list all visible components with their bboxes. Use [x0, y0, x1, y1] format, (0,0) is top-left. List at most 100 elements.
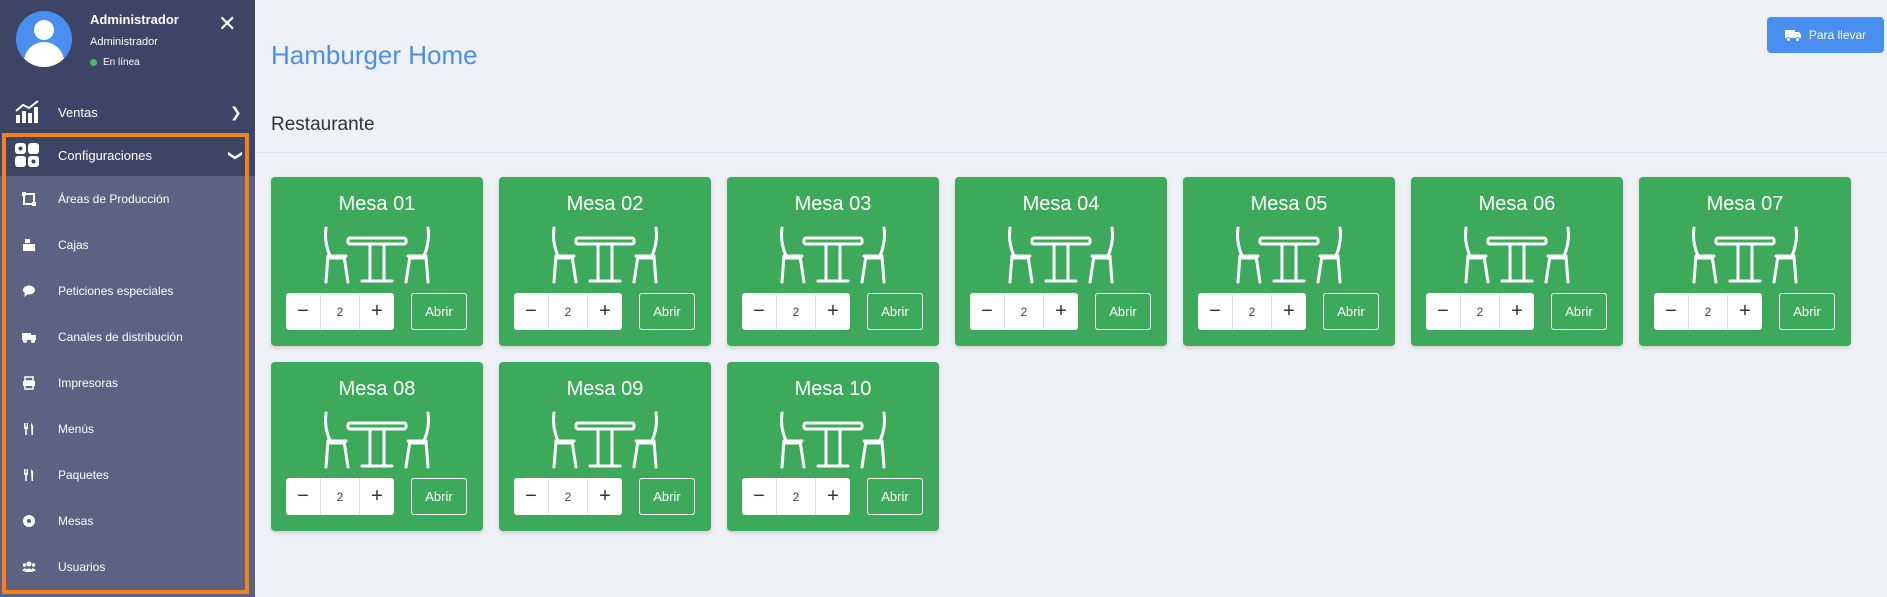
increment-button[interactable]: + — [1728, 293, 1762, 330]
sidebar-item-label: Impresoras — [58, 376, 119, 390]
open-table-button[interactable]: Abrir — [639, 293, 695, 330]
section-title: Restaurante — [271, 114, 375, 135]
guest-stepper[interactable]: − 2 + — [1198, 293, 1306, 330]
increment-button[interactable]: + — [360, 293, 394, 330]
guest-count[interactable]: 2 — [776, 478, 816, 515]
guest-stepper[interactable]: − 2 + — [514, 293, 622, 330]
table-chairs-icon — [1464, 226, 1570, 284]
sidebar-item-usuarios[interactable]: Usuarios — [0, 544, 255, 590]
guest-stepper[interactable]: − 2 + — [742, 293, 850, 330]
decrement-button[interactable]: − — [742, 293, 776, 330]
open-table-button[interactable]: Abrir — [867, 293, 923, 330]
decrement-button[interactable]: − — [286, 293, 320, 330]
table-chairs-icon — [1236, 226, 1342, 284]
decrement-button[interactable]: − — [742, 478, 776, 515]
decrement-button[interactable]: − — [970, 293, 1004, 330]
sidebar-item-label: Paquetes — [58, 468, 109, 482]
table-chairs-icon — [324, 411, 430, 469]
chevron-right-icon: ❯ — [230, 103, 242, 120]
guest-count[interactable]: 2 — [1232, 293, 1272, 330]
sidebar-item-ventas-label: Ventas — [58, 104, 98, 120]
comment-icon — [23, 285, 35, 297]
guest-stepper[interactable]: − 2 + — [742, 478, 850, 515]
sidebar-item-label: Mesas — [58, 514, 94, 528]
open-table-button[interactable]: Abrir — [1779, 293, 1835, 330]
guest-stepper[interactable]: − 2 + — [1426, 293, 1534, 330]
guest-count[interactable]: 2 — [1004, 293, 1044, 330]
guest-count[interactable]: 2 — [320, 293, 360, 330]
table-card: Mesa 07 − 2 + Abrir — [1639, 177, 1851, 346]
sidebar-item-impresoras[interactable]: Impresoras — [0, 360, 255, 406]
guest-stepper[interactable]: − 2 + — [970, 293, 1078, 330]
increment-button[interactable]: + — [1272, 293, 1306, 330]
user-status: En línea — [90, 57, 140, 68]
sidebar-item-label: Cajas — [58, 238, 89, 252]
table-name: Mesa 08 — [338, 378, 416, 400]
increment-button[interactable]: + — [360, 478, 394, 515]
guest-stepper[interactable]: − 2 + — [286, 478, 394, 515]
sidebar-item-peticiones[interactable]: Peticiones especiales — [0, 268, 255, 314]
increment-button[interactable]: + — [1044, 293, 1078, 330]
sidebar-item-areas-produccion[interactable]: Áreas de Producción — [0, 176, 255, 222]
table-name: Mesa 07 — [1706, 193, 1784, 215]
guest-count[interactable]: 2 — [1688, 293, 1728, 330]
takeaway-button[interactable]: Para llevar — [1767, 17, 1884, 53]
table-chairs-icon — [552, 226, 658, 284]
increment-button[interactable]: + — [816, 293, 850, 330]
user-name: Administrador — [90, 12, 179, 27]
guest-count[interactable]: 2 — [320, 478, 360, 515]
increment-button[interactable]: + — [816, 478, 850, 515]
sidebar-item-label: Usuarios — [58, 560, 106, 574]
online-status-icon — [90, 59, 97, 66]
avatar — [16, 11, 72, 67]
open-table-button[interactable]: Abrir — [411, 293, 467, 330]
sidebar-item-configuraciones[interactable]: Configuraciones ❯ — [0, 134, 255, 176]
decrement-button[interactable]: − — [1198, 293, 1232, 330]
guest-stepper[interactable]: − 2 + — [1654, 293, 1762, 330]
sidebar-item-ventas[interactable]: Ventas ❯ — [0, 90, 255, 134]
guest-count[interactable]: 2 — [548, 478, 588, 515]
sidebar-item-cajas[interactable]: Cajas — [0, 222, 255, 268]
table-card: Mesa 03 − 2 + Abrir — [727, 177, 939, 346]
decrement-button[interactable]: − — [514, 293, 548, 330]
page-title: Hamburger Home — [271, 40, 478, 70]
table-name: Mesa 05 — [1250, 193, 1328, 215]
open-table-button[interactable]: Abrir — [411, 478, 467, 515]
open-table-button[interactable]: Abrir — [1095, 293, 1151, 330]
utensils-icon — [24, 423, 34, 435]
sidebar-item-mesas[interactable]: Mesas — [0, 498, 255, 544]
guest-stepper[interactable]: − 2 + — [514, 478, 622, 515]
increment-button[interactable]: + — [588, 478, 622, 515]
table-card: Mesa 10 − 2 + Abrir — [727, 362, 939, 531]
decrement-button[interactable]: − — [1654, 293, 1688, 330]
table-chairs-icon — [552, 411, 658, 469]
table-card: Mesa 05 − 2 + Abrir — [1183, 177, 1395, 346]
table-name: Mesa 01 — [338, 193, 416, 215]
guest-stepper[interactable]: − 2 + — [286, 293, 394, 330]
decrement-button[interactable]: − — [1426, 293, 1460, 330]
open-table-button[interactable]: Abrir — [1551, 293, 1607, 330]
table-name: Mesa 02 — [566, 193, 644, 215]
sidebar-item-menus[interactable]: Menús — [0, 406, 255, 452]
increment-button[interactable]: + — [1500, 293, 1534, 330]
table-chairs-icon — [780, 411, 886, 469]
circle-icon — [23, 515, 35, 527]
increment-button[interactable]: + — [588, 293, 622, 330]
table-chairs-icon — [1692, 226, 1798, 284]
user-status-label: En línea — [103, 57, 140, 68]
guest-count[interactable]: 2 — [1460, 293, 1500, 330]
sidebar: Administrador Administrador En línea ✕ V… — [0, 0, 255, 597]
guest-count[interactable]: 2 — [776, 293, 816, 330]
open-table-button[interactable]: Abrir — [1323, 293, 1379, 330]
open-table-button[interactable]: Abrir — [867, 478, 923, 515]
sidebar-item-paquetes[interactable]: Paquetes — [0, 452, 255, 498]
sidebar-item-canales[interactable]: Canales de distribución — [0, 314, 255, 360]
sidebar-item-label: Menús — [58, 422, 95, 436]
decrement-button[interactable]: − — [286, 478, 320, 515]
open-table-button[interactable]: Abrir — [639, 478, 695, 515]
guest-count[interactable]: 2 — [548, 293, 588, 330]
decrement-button[interactable]: − — [514, 478, 548, 515]
main-content: Hamburger Home Para llevar Restaurante M… — [255, 0, 1887, 597]
user-panel: Administrador Administrador En línea ✕ — [0, 0, 255, 90]
close-sidebar-button[interactable]: ✕ — [218, 12, 236, 36]
